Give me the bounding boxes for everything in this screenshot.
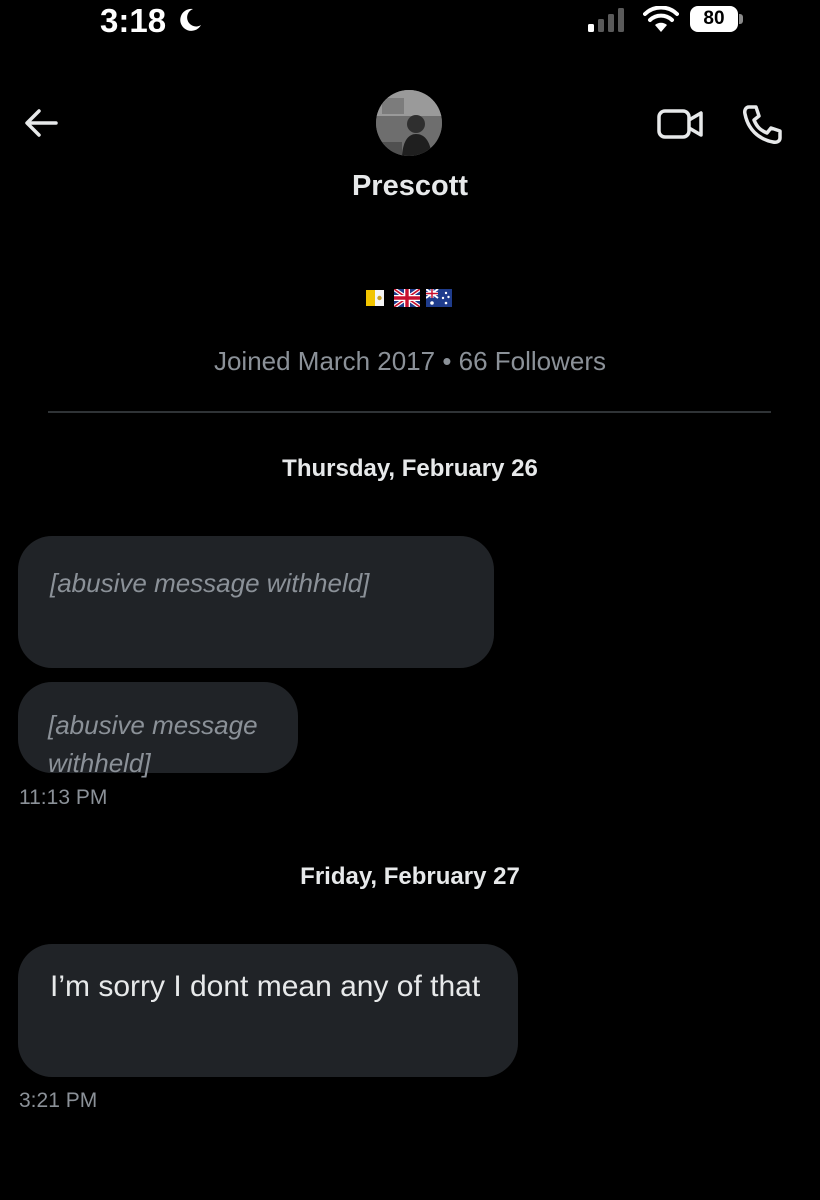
message-bubble[interactable]: I’m sorry I dont mean any of that — [18, 944, 518, 1077]
status-bar: 3:18 80 — [0, 0, 820, 44]
profile-meta: Joined March 2017 • 66 Followers — [213, 346, 607, 376]
avatar[interactable] — [376, 90, 442, 156]
message-bubble[interactable]: [abusive message withheld] — [18, 682, 298, 778]
moon-icon — [180, 8, 201, 31]
message-timestamp: 11:13 PM — [19, 786, 108, 809]
message-text: I’m sorry I dont mean any of that — [50, 970, 481, 1003]
message-text: [abusive message withheld] — [50, 568, 370, 598]
battery-icon: 80 — [690, 6, 738, 32]
date-separator: Friday, February 27 — [300, 863, 520, 890]
profile-flags — [362, 289, 452, 309]
phone-call-icon[interactable] — [740, 102, 784, 146]
battery-nub — [739, 14, 743, 24]
back-arrow-icon[interactable] — [22, 106, 60, 140]
message-timestamp: 3:21 PM — [19, 1089, 98, 1112]
signal-icon — [588, 8, 624, 32]
status-time: 3:18 — [100, 2, 167, 39]
date-separator: Thursday, February 26 — [282, 455, 538, 482]
wifi-icon — [643, 6, 679, 32]
profile-name[interactable]: Prescott — [0, 170, 820, 203]
profile-divider — [48, 411, 771, 413]
vatican-flag-icon — [366, 290, 384, 306]
video-call-icon[interactable] — [656, 106, 706, 142]
message-text: [abusive message withheld] — [48, 710, 258, 778]
avatar-photo — [376, 90, 442, 156]
message-bubble[interactable]: [abusive message withheld] — [18, 536, 494, 668]
australia-flag-icon — [426, 289, 452, 307]
uk-flag-icon — [394, 289, 420, 307]
